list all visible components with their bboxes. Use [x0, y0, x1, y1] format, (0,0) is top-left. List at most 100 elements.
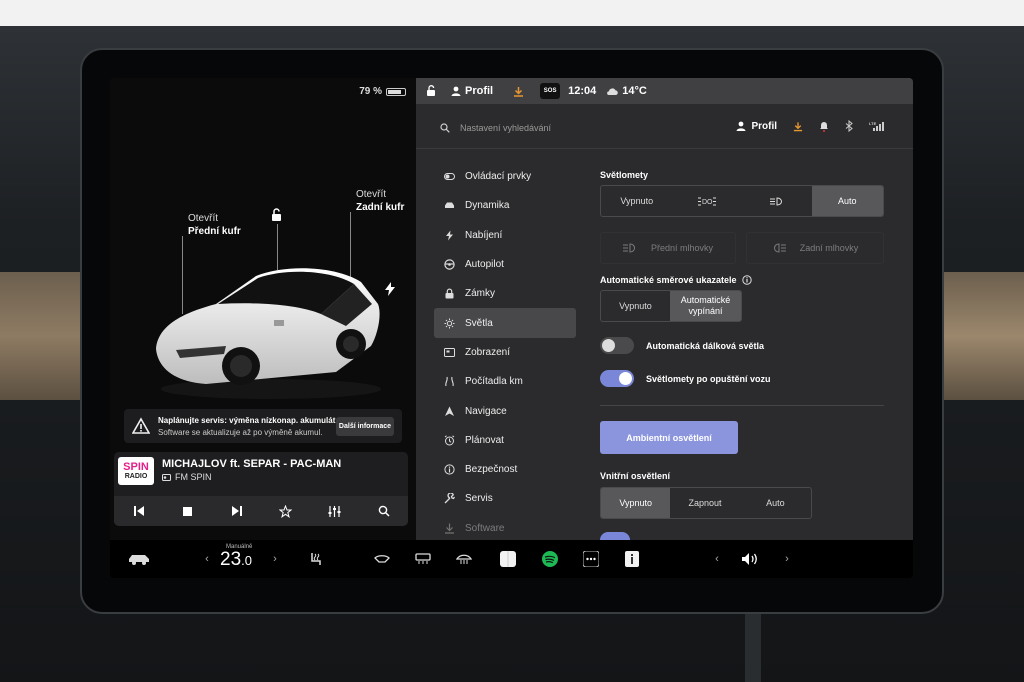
bluetooth-icon[interactable] — [845, 120, 853, 132]
status-time: 12:04 — [568, 85, 597, 97]
next-button[interactable] — [226, 500, 248, 522]
info-icon[interactable] — [741, 275, 752, 285]
status-lock[interactable] — [426, 85, 437, 97]
more-apps-button[interactable] — [579, 540, 603, 578]
menu-item-navigace[interactable]: Navigace — [434, 396, 576, 425]
media-player: SPIN RADIO MICHAJLOV ft. SEPAR - PAC-MAN… — [114, 452, 408, 526]
app-icon — [500, 551, 516, 567]
settings-panel: Profil SOS 12:04 14°C Nastavení vyhledáv… — [416, 78, 913, 540]
unlock-icon[interactable] — [270, 208, 284, 222]
toggle-knob — [619, 372, 632, 385]
bolt-icon — [446, 230, 453, 241]
equalizer-icon — [328, 505, 341, 517]
download-icon[interactable] — [793, 121, 803, 132]
rear-fog-button[interactable]: Zadní mlhovky — [746, 232, 884, 264]
headlights-option-auto[interactable]: Auto — [811, 186, 883, 216]
auto-high-beam-label: Automatická dálková světla — [646, 341, 765, 351]
front-trunk-label: Přední kufr — [188, 226, 241, 237]
headlights-option-parking[interactable]: DO — [673, 186, 743, 216]
content-divider — [600, 405, 884, 406]
battery-icon — [386, 87, 406, 96]
car-button[interactable] — [124, 540, 154, 578]
temperature-decimal: .0 — [241, 553, 252, 568]
warning-icon — [132, 417, 150, 434]
menu-item-ovladaci-prvky[interactable]: Ovládací prvky — [434, 162, 576, 191]
menu-item-label: Servis — [465, 493, 493, 505]
stop-button[interactable] — [177, 500, 199, 522]
rear-defrost-icon — [415, 553, 431, 564]
status-profile[interactable]: Profil — [451, 85, 493, 97]
battery-status: 79 % — [359, 86, 406, 97]
steering-heater-button[interactable] — [370, 540, 394, 578]
front-fog-label: Přední mlhovky — [650, 243, 714, 253]
front-trunk-callout[interactable]: Otevřít Přední kufr — [188, 212, 241, 238]
menu-item-autopilot[interactable]: Autopilot — [434, 250, 576, 279]
menu-item-dynamika[interactable]: Dynamika — [434, 191, 576, 220]
spotify-icon — [542, 551, 558, 567]
auto-turn-option-auto-cancel[interactable]: Automatické vypínání — [669, 291, 741, 321]
front-defrost-button[interactable] — [452, 540, 476, 578]
temp-down-button[interactable]: ‹ — [200, 540, 214, 578]
menu-item-nabijeni[interactable]: Nabíjení — [434, 221, 576, 250]
charge-port-icon[interactable] — [384, 282, 396, 296]
volume-button[interactable] — [738, 540, 762, 578]
headlights-option-off[interactable]: Vypnuto — [601, 186, 673, 216]
battery-percent: 79 % — [359, 86, 382, 97]
browser-app-button[interactable] — [496, 540, 520, 578]
rear-fog-icon — [773, 243, 786, 253]
status-download[interactable] — [513, 86, 524, 97]
temperature-int: 23 — [220, 549, 242, 570]
toggle-knob — [602, 339, 615, 352]
status-sos[interactable]: SOS — [540, 83, 561, 99]
station-row: FM SPIN — [162, 472, 212, 482]
menu-item-software[interactable]: Software — [434, 514, 576, 543]
spotify-button[interactable] — [538, 540, 562, 578]
menu-item-servis[interactable]: Servis — [434, 484, 576, 513]
bell-icon[interactable] — [819, 120, 829, 132]
settings-search[interactable]: Nastavení vyhledávání — [440, 123, 551, 133]
auto-turn-heading: Automatické směrové ukazatele — [600, 275, 752, 285]
rear-trunk-callout[interactable]: Otevřít Zadní kufr — [356, 188, 404, 214]
trip-icon — [445, 377, 454, 387]
front-fog-button[interactable]: Přední mlhovky — [600, 232, 736, 264]
seat-heater-button[interactable] — [304, 540, 328, 578]
profile-button[interactable]: Profil — [736, 121, 777, 132]
service-alert-title: Naplánujte servis: výměna nízkonap. akum… — [158, 416, 338, 425]
settings-menu: Ovládací prvky Dynamika Nabíjení Autopilot Z… — [434, 162, 576, 543]
menu-item-planovat[interactable]: Plánovat — [434, 426, 576, 455]
partial-toggle[interactable] — [600, 532, 630, 540]
interior-option-off[interactable]: Vypnuto — [601, 488, 671, 518]
headlights-option-low-beam[interactable] — [742, 186, 812, 216]
manual-app-button[interactable] — [620, 540, 644, 578]
volume-up-button[interactable]: › — [780, 540, 794, 578]
headlights-after-exit-toggle[interactable] — [600, 370, 634, 387]
interior-option-on[interactable]: Zapnout — [670, 488, 739, 518]
previous-button[interactable] — [128, 500, 150, 522]
temp-up-button[interactable]: › — [268, 540, 282, 578]
lock-icon — [445, 288, 454, 299]
front-fog-content: Přední mlhovky — [601, 233, 735, 263]
sos-icon: SOS — [540, 83, 561, 99]
menu-item-bezpecnost[interactable]: Bezpečnost — [434, 455, 576, 484]
menu-item-pocitadla-km[interactable]: Počítadla km — [434, 367, 576, 396]
auto-turn-selector: Vypnuto Automatické vypínání — [600, 290, 742, 322]
menu-item-zobrazeni[interactable]: Zobrazení — [434, 338, 576, 367]
menu-item-svetla[interactable]: Světla — [434, 308, 576, 338]
volume-down-button[interactable]: ‹ — [710, 540, 724, 578]
favorite-button[interactable] — [275, 500, 297, 522]
interior-option-auto[interactable]: Auto — [740, 488, 811, 518]
seat-heater-icon — [311, 553, 321, 565]
station-logo-bottom: RADIO — [124, 472, 148, 480]
search-media-button[interactable] — [373, 500, 395, 522]
headlights-selector: Vypnuto DO Auto — [600, 185, 884, 217]
menu-item-zamky[interactable]: Zámky — [434, 279, 576, 308]
auto-turn-option-off[interactable]: Vypnuto — [601, 291, 670, 321]
ambient-lighting-button[interactable]: Ambientní osvětlení — [600, 421, 738, 454]
more-info-button[interactable]: Další informace — [336, 417, 394, 436]
equalizer-button[interactable] — [324, 500, 346, 522]
rear-defrost-button[interactable] — [411, 540, 435, 578]
station-name: FM SPIN — [175, 472, 212, 482]
auto-high-beam-toggle[interactable] — [600, 337, 634, 354]
download-icon — [514, 86, 524, 97]
search-row: Nastavení vyhledávání Profil LTE — [416, 110, 913, 146]
